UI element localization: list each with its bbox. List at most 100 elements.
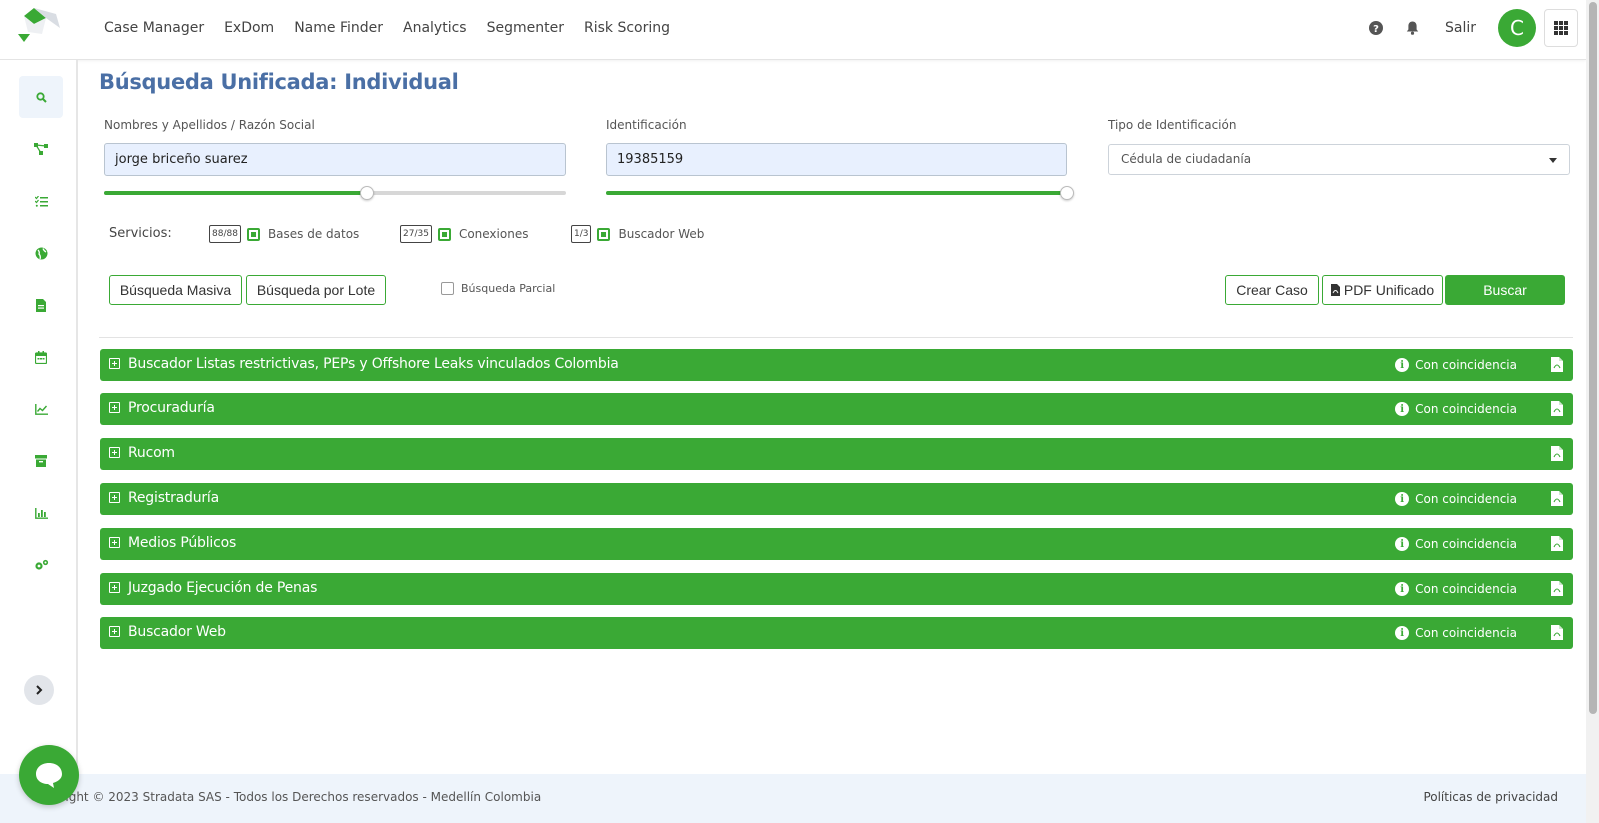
nav-case-manager[interactable]: Case Manager: [104, 20, 204, 36]
match-status-label: Con coincidencia: [1415, 358, 1517, 372]
expand-icon[interactable]: [109, 626, 120, 637]
file-pdf-icon: [1330, 284, 1340, 296]
match-status-label: Con coincidencia: [1415, 402, 1517, 416]
nav-exdom[interactable]: ExDom: [224, 20, 274, 36]
match-status: i Con coincidencia: [1395, 358, 1517, 372]
slider-fill: [104, 191, 368, 195]
unified-pdf-button[interactable]: PDF Unificado: [1322, 275, 1443, 305]
partial-search-option[interactable]: Búsqueda Parcial: [441, 282, 555, 295]
page-title: Búsqueda Unificada: Individual: [99, 70, 459, 94]
result-title: Rucom: [128, 445, 175, 461]
logout-link[interactable]: Salir: [1445, 20, 1476, 36]
id-type-selected: Cédula de ciudadanía: [1121, 152, 1252, 166]
bulk-search-button[interactable]: Búsqueda Masiva: [109, 275, 242, 305]
page-scrollbar[interactable]: [1586, 0, 1599, 823]
grid-icon: [1554, 21, 1568, 35]
nav-risk-scoring[interactable]: Risk Scoring: [584, 20, 670, 36]
id-input[interactable]: 19385159: [606, 143, 1067, 176]
sidebar-item-document[interactable]: [19, 284, 63, 326]
sidebar-item-network[interactable]: [19, 128, 63, 170]
file-pdf-icon[interactable]: [1551, 357, 1563, 372]
chat-widget-button[interactable]: [19, 745, 79, 805]
search-button[interactable]: Buscar: [1445, 275, 1565, 305]
archive-icon: [35, 455, 47, 467]
service-checkbox[interactable]: [437, 227, 451, 241]
chat-bubble-icon: [36, 763, 62, 788]
match-status: i Con coincidencia: [1395, 582, 1517, 596]
result-row[interactable]: Buscador Listas restrictivas, PEPs y Off…: [100, 349, 1573, 381]
sidebar-item-bar-chart[interactable]: [19, 492, 63, 534]
nav-analytics[interactable]: Analytics: [403, 20, 467, 36]
sidebar-item-checklist[interactable]: [19, 180, 63, 222]
result-row[interactable]: Buscador Web i Con coincidencia: [100, 617, 1573, 649]
scrollbar-thumb[interactable]: [1589, 2, 1597, 714]
slider-thumb[interactable]: [1060, 186, 1074, 200]
id-type-select[interactable]: Cédula de ciudadanía: [1108, 144, 1570, 175]
calendar-icon: [35, 350, 47, 364]
expand-icon[interactable]: [109, 582, 120, 593]
file-pdf-icon[interactable]: [1551, 491, 1563, 506]
line-chart-icon: [34, 403, 48, 415]
batch-search-button[interactable]: Búsqueda por Lote: [246, 275, 386, 305]
result-row[interactable]: Rucom: [100, 438, 1573, 470]
result-title: Buscador Listas restrictivas, PEPs y Off…: [128, 356, 619, 372]
sidebar-item-calendar[interactable]: [19, 336, 63, 378]
bar-chart-icon: [34, 507, 48, 519]
svg-text:?: ?: [1373, 24, 1379, 35]
globe-icon: [35, 247, 47, 259]
sidebar-item-search[interactable]: [19, 76, 63, 118]
expand-icon[interactable]: [109, 537, 120, 548]
nav-name-finder[interactable]: Name Finder: [294, 20, 383, 36]
file-pdf-icon[interactable]: [1551, 625, 1563, 640]
privacy-policy-link[interactable]: Políticas de privacidad: [1423, 790, 1558, 804]
sidebar-item-settings[interactable]: [19, 544, 63, 586]
user-avatar[interactable]: C: [1498, 9, 1536, 47]
footer: Copyright © 2023 Stradata SAS - Todos lo…: [0, 774, 1586, 823]
result-row[interactable]: Juzgado Ejecución de Penas i Con coinciden…: [100, 573, 1573, 605]
nav-segmenter[interactable]: Segmenter: [487, 20, 564, 36]
expand-icon[interactable]: [109, 402, 120, 413]
help-icon[interactable]: ?: [1368, 20, 1384, 36]
match-status: i Con coincidencia: [1395, 492, 1517, 506]
create-case-button[interactable]: Crear Caso: [1225, 275, 1319, 305]
match-status-label: Con coincidencia: [1415, 537, 1517, 551]
sidebar: [0, 60, 78, 774]
apps-grid-button[interactable]: [1544, 9, 1578, 47]
service-checkbox[interactable]: [597, 227, 611, 241]
chevron-right-icon: [36, 685, 43, 695]
slider-thumb[interactable]: [360, 186, 375, 200]
result-title: Procuraduría: [128, 400, 215, 416]
service-web-search[interactable]: 1/3 Buscador Web: [571, 225, 704, 243]
sidebar-expand-toggle[interactable]: [24, 675, 54, 705]
name-input[interactable]: jorge briceño suarez: [104, 143, 566, 176]
name-match-slider[interactable]: [104, 186, 566, 200]
result-row[interactable]: Registraduría i Con coincidencia: [100, 483, 1573, 515]
expand-icon[interactable]: [109, 492, 120, 503]
file-pdf-icon[interactable]: [1551, 581, 1563, 596]
service-databases[interactable]: 88/88 Bases de datos: [209, 225, 359, 243]
info-icon: i: [1395, 492, 1410, 506]
match-status-label: Con coincidencia: [1415, 582, 1517, 596]
services-label: Servicios:: [109, 226, 172, 241]
expand-icon[interactable]: [109, 447, 120, 458]
expand-icon[interactable]: [109, 358, 120, 369]
file-pdf-icon[interactable]: [1551, 401, 1563, 416]
service-count: 27/35: [400, 225, 432, 243]
service-checkbox[interactable]: [246, 227, 260, 241]
result-row[interactable]: Procuraduría i Con coincidencia: [100, 393, 1573, 425]
sidebar-item-line-chart[interactable]: [19, 388, 63, 430]
top-navbar: Case Manager ExDom Name Finder Analytics…: [0, 0, 1586, 60]
stradata-logo[interactable]: [16, 6, 64, 44]
file-pdf-icon[interactable]: [1551, 536, 1563, 551]
sidebar-item-archive[interactable]: [19, 440, 63, 482]
info-icon: i: [1395, 626, 1410, 640]
caret-down-icon: [1549, 158, 1557, 163]
result-row[interactable]: Medios Públicos i Con coincidencia: [100, 528, 1573, 560]
partial-search-checkbox[interactable]: [441, 282, 454, 295]
id-match-slider[interactable]: [606, 186, 1074, 200]
service-connections[interactable]: 27/35 Conexiones: [400, 225, 528, 243]
match-status-label: Con coincidencia: [1415, 492, 1517, 506]
file-pdf-icon[interactable]: [1551, 446, 1563, 461]
sidebar-item-globe[interactable]: [19, 232, 63, 274]
bell-icon[interactable]: [1405, 20, 1421, 36]
